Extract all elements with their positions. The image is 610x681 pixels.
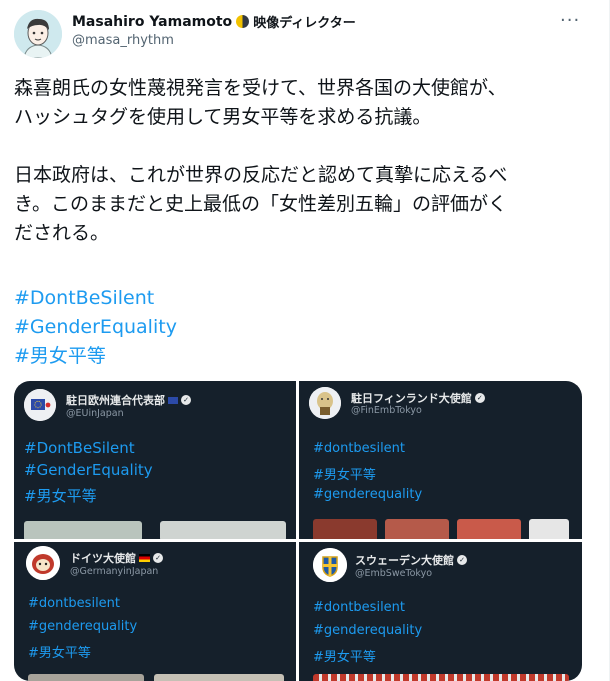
panel-hashtag: #genderequality [313, 623, 423, 638]
panel-photo [385, 519, 449, 539]
panel-hashtag: #dontbesilent [313, 600, 406, 615]
hashtag-link[interactable]: #GenderEquality [14, 313, 177, 342]
panel-photo [457, 519, 521, 539]
verified-icon: ✓ [457, 555, 467, 565]
moon-emoji-icon [236, 15, 250, 28]
panel-account-name: 駐日欧州連合代表部 ✓ [66, 392, 191, 408]
panel-account-name-text: 駐日欧州連合代表部 [66, 394, 165, 407]
panel-account-handle: @GermanyinJapan [70, 566, 159, 577]
eu-avatar [24, 389, 56, 421]
tweet-text: 森喜朗氏の女性蔑視発言を受けて、世界各国の大使館が、 ハッシュタグを使用して男女… [14, 77, 508, 244]
panel-account-handle: @EUinJapan [66, 408, 124, 419]
more-icon[interactable]: ··· [560, 10, 580, 31]
panel-hashtag: #dontbesilent [28, 596, 121, 611]
author-avatar[interactable] [14, 10, 62, 58]
panel-account-name-text: 駐日フィンランド大使館 [351, 392, 472, 405]
panel-hashtag: #genderequality [28, 619, 138, 634]
author-name-row[interactable]: Masahiro Yamamoto 映像ディレクター [72, 12, 356, 32]
media-image-sweden[interactable]: スウェーデン大使館 ✓ @EmbSweTokyo #dontbesilent #… [299, 542, 582, 681]
verified-icon: ✓ [474, 393, 485, 403]
panel-hashtag: #男女平等 [313, 650, 376, 665]
panel-hashtag: #男女平等 [24, 487, 97, 505]
panel-photo [313, 674, 569, 681]
author-avatar-illustration [14, 10, 62, 58]
mascot-icon [26, 546, 60, 580]
panel-account-name: 駐日フィンランド大使館 ✓ [351, 390, 485, 406]
author-handle[interactable]: @masa_rhythm [72, 33, 174, 48]
panel-account-name-text: ドイツ大使館 [70, 552, 136, 565]
panel-photo [28, 674, 144, 681]
panel-account-name: スウェーデン大使館 ✓ [355, 552, 467, 568]
panel-hashtag: #dontbesilent [313, 441, 406, 456]
panel-account-name-text: スウェーデン大使館 [355, 554, 454, 567]
author-name-suffix[interactable]: 映像ディレクター [253, 12, 356, 31]
sweden-crest-icon [313, 548, 347, 582]
panel-hashtag: #男女平等 [313, 468, 376, 483]
panel-account-handle: @EmbSweTokyo [355, 568, 433, 579]
panel-photo [529, 519, 569, 539]
panel-account-handle: @FinEmbTokyo [351, 405, 422, 416]
panel-account-name: ドイツ大使館 ✓ [70, 550, 163, 566]
hashtag-link[interactable]: #DontBeSilent [14, 284, 177, 313]
tweet-hashtags: #DontBeSilent #GenderEquality #男女平等 [14, 284, 177, 371]
germany-flag-emoji-icon [139, 554, 150, 562]
panel-photo [24, 521, 142, 539]
media-image-eu[interactable]: 駐日欧州連合代表部 ✓ @EUinJapan #DontBeSilent #Ge… [14, 381, 296, 539]
finland-avatar [309, 387, 341, 419]
media-grid[interactable]: 駐日欧州連合代表部 ✓ @EUinJapan #DontBeSilent #Ge… [14, 381, 582, 681]
author-name[interactable]: Masahiro Yamamoto [72, 14, 232, 30]
eu-flag-emoji-icon [168, 396, 178, 404]
sweden-avatar [313, 548, 347, 582]
panel-photo [154, 674, 284, 681]
media-image-germany[interactable]: ドイツ大使館 ✓ @GermanyinJapan #dontbesilent #… [14, 542, 296, 681]
eu-flag-icon [24, 389, 56, 421]
panel-hashtag: #男女平等 [28, 646, 91, 661]
verified-icon: ✓ [153, 553, 163, 563]
panel-photo [313, 519, 377, 539]
panel-photo [160, 521, 286, 539]
panel-hashtag: #DontBeSilent [24, 439, 135, 457]
hashtag-link[interactable]: #男女平等 [14, 342, 177, 371]
verified-icon: ✓ [181, 395, 191, 405]
moomin-character-icon [309, 387, 341, 419]
germany-avatar [26, 546, 60, 580]
panel-hashtag: #genderequality [313, 487, 423, 502]
panel-hashtag: #GenderEquality [24, 461, 153, 479]
media-image-finland[interactable]: 駐日フィンランド大使館 ✓ @FinEmbTokyo #dontbesilent… [299, 381, 582, 539]
